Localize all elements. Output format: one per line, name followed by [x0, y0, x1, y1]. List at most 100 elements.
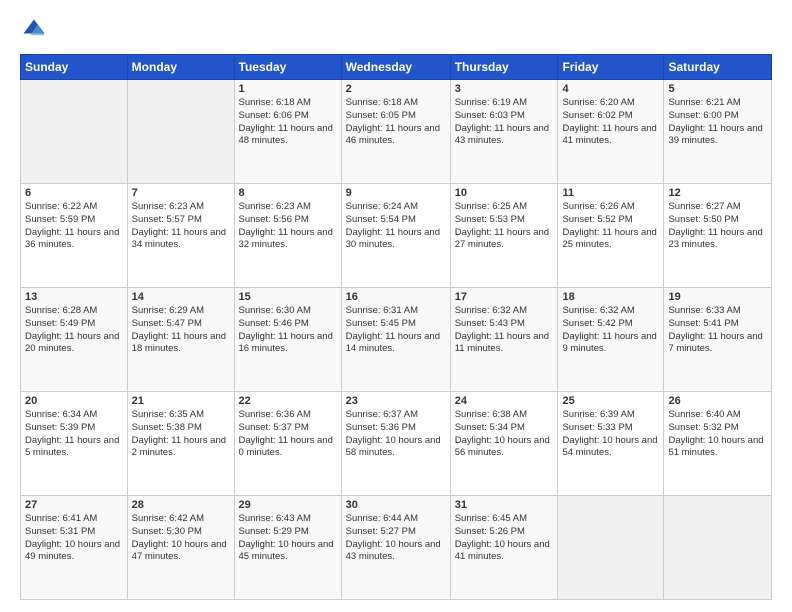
- day-info: Sunrise: 6:24 AMSunset: 5:54 PMDaylight:…: [346, 201, 446, 252]
- calendar-table: SundayMondayTuesdayWednesdayThursdayFrid…: [20, 54, 772, 600]
- calendar-week-row: 20 Sunrise: 6:34 AMSunset: 5:39 PMDayligh…: [21, 392, 772, 496]
- day-number: 13: [25, 291, 123, 303]
- day-info: Sunrise: 6:23 AMSunset: 5:57 PMDaylight:…: [132, 201, 230, 252]
- weekday-header: Thursday: [450, 55, 558, 80]
- calendar-day: 19Sunrise: 6:33 AMSunset: 5:41 PMDayligh…: [664, 288, 772, 392]
- day-info: Sunrise: 6:22 AMSunset: 5:59 PMDaylight:…: [25, 201, 123, 252]
- calendar-day: 2 Sunrise: 6:18 AMSunset: 6:05 PMDaylight…: [341, 80, 450, 184]
- day-number: 12: [668, 187, 767, 199]
- day-number: 5: [668, 83, 767, 95]
- calendar-day: 10 Sunrise: 6:25 AMSunset: 5:53 PMDayligh…: [450, 184, 558, 288]
- day-number: 23: [346, 395, 446, 407]
- calendar-day: 26Sunrise: 6:40 AMSunset: 5:32 PMDayligh…: [664, 392, 772, 496]
- day-number: 25: [562, 395, 659, 407]
- day-number: 14: [132, 291, 230, 303]
- day-info: Sunrise: 6:29 AMSunset: 5:47 PMDaylight:…: [132, 305, 230, 356]
- calendar-week-row: 6 Sunrise: 6:22 AMSunset: 5:59 PMDaylight…: [21, 184, 772, 288]
- calendar-day: 29Sunrise: 6:43 AMSunset: 5:29 PMDayligh…: [234, 496, 341, 600]
- day-info: Sunrise: 6:31 AMSunset: 5:45 PMDaylight:…: [346, 305, 446, 356]
- calendar-day: 8 Sunrise: 6:23 AMSunset: 5:56 PMDaylight…: [234, 184, 341, 288]
- calendar-day: 14 Sunrise: 6:29 AMSunset: 5:47 PMDayligh…: [127, 288, 234, 392]
- calendar-day: 11Sunrise: 6:26 AMSunset: 5:52 PMDayligh…: [558, 184, 664, 288]
- calendar-day: 7Sunrise: 6:23 AMSunset: 5:57 PMDaylight…: [127, 184, 234, 288]
- day-info: Sunrise: 6:30 AMSunset: 5:46 PMDaylight:…: [239, 305, 337, 356]
- day-number: 3: [455, 83, 554, 95]
- day-number: 19: [668, 291, 767, 303]
- calendar-day: [558, 496, 664, 600]
- day-number: 18: [562, 291, 659, 303]
- day-info: Sunrise: 6:28 AMSunset: 5:49 PMDaylight:…: [25, 305, 123, 356]
- day-number: 20: [25, 395, 123, 407]
- day-info: Sunrise: 6:32 AMSunset: 5:42 PMDaylight:…: [562, 305, 659, 356]
- day-info: Sunrise: 6:39 AMSunset: 5:33 PMDaylight:…: [562, 409, 659, 460]
- day-number: 31: [455, 499, 554, 511]
- day-info: Sunrise: 6:18 AMSunset: 6:06 PMDaylight:…: [239, 97, 337, 148]
- day-number: 29: [239, 499, 337, 511]
- day-info: Sunrise: 6:41 AMSunset: 5:31 PMDaylight:…: [25, 513, 123, 564]
- calendar-day: [21, 80, 128, 184]
- calendar-body: 1 Sunrise: 6:18 AMSunset: 6:06 PMDaylight…: [21, 80, 772, 600]
- calendar-day: 16 Sunrise: 6:31 AMSunset: 5:45 PMDayligh…: [341, 288, 450, 392]
- day-info: Sunrise: 6:25 AMSunset: 5:53 PMDaylight:…: [455, 201, 554, 252]
- day-number: 9: [346, 187, 446, 199]
- weekday-row: SundayMondayTuesdayWednesdayThursdayFrid…: [21, 55, 772, 80]
- weekday-header: Wednesday: [341, 55, 450, 80]
- logo: [20, 16, 52, 44]
- calendar-day: [127, 80, 234, 184]
- calendar-day: 9 Sunrise: 6:24 AMSunset: 5:54 PMDaylight…: [341, 184, 450, 288]
- day-info: Sunrise: 6:44 AMSunset: 5:27 PMDaylight:…: [346, 513, 446, 564]
- day-number: 16: [346, 291, 446, 303]
- calendar-day: 3 Sunrise: 6:19 AMSunset: 6:03 PMDaylight…: [450, 80, 558, 184]
- calendar-day: 21 Sunrise: 6:35 AMSunset: 5:38 PMDayligh…: [127, 392, 234, 496]
- day-info: Sunrise: 6:26 AMSunset: 5:52 PMDaylight:…: [562, 201, 659, 252]
- day-info: Sunrise: 6:27 AMSunset: 5:50 PMDaylight:…: [668, 201, 767, 252]
- day-info: Sunrise: 6:23 AMSunset: 5:56 PMDaylight:…: [239, 201, 337, 252]
- day-number: 15: [239, 291, 337, 303]
- calendar-day: 23Sunrise: 6:37 AMSunset: 5:36 PMDayligh…: [341, 392, 450, 496]
- day-info: Sunrise: 6:18 AMSunset: 6:05 PMDaylight:…: [346, 97, 446, 148]
- day-number: 17: [455, 291, 554, 303]
- logo-icon: [20, 16, 48, 44]
- day-info: Sunrise: 6:34 AMSunset: 5:39 PMDaylight:…: [25, 409, 123, 460]
- header: [20, 16, 772, 44]
- day-number: 4: [562, 83, 659, 95]
- calendar-day: 22Sunrise: 6:36 AMSunset: 5:37 PMDayligh…: [234, 392, 341, 496]
- calendar-day: 15 Sunrise: 6:30 AMSunset: 5:46 PMDayligh…: [234, 288, 341, 392]
- calendar-week-row: 13 Sunrise: 6:28 AMSunset: 5:49 PMDayligh…: [21, 288, 772, 392]
- day-info: Sunrise: 6:19 AMSunset: 6:03 PMDaylight:…: [455, 97, 554, 148]
- day-number: 21: [132, 395, 230, 407]
- calendar-day: 18 Sunrise: 6:32 AMSunset: 5:42 PMDayligh…: [558, 288, 664, 392]
- day-info: Sunrise: 6:45 AMSunset: 5:26 PMDaylight:…: [455, 513, 554, 564]
- day-number: 10: [455, 187, 554, 199]
- weekday-header: Saturday: [664, 55, 772, 80]
- calendar-day: [664, 496, 772, 600]
- day-number: 22: [239, 395, 337, 407]
- day-info: Sunrise: 6:32 AMSunset: 5:43 PMDaylight:…: [455, 305, 554, 356]
- calendar-day: 28 Sunrise: 6:42 AMSunset: 5:30 PMDayligh…: [127, 496, 234, 600]
- calendar-day: 13 Sunrise: 6:28 AMSunset: 5:49 PMDayligh…: [21, 288, 128, 392]
- weekday-header: Tuesday: [234, 55, 341, 80]
- day-info: Sunrise: 6:21 AMSunset: 6:00 PMDaylight:…: [668, 97, 767, 148]
- calendar-day: 20 Sunrise: 6:34 AMSunset: 5:39 PMDayligh…: [21, 392, 128, 496]
- calendar-day: 17 Sunrise: 6:32 AMSunset: 5:43 PMDayligh…: [450, 288, 558, 392]
- day-number: 26: [668, 395, 767, 407]
- day-number: 27: [25, 499, 123, 511]
- page: SundayMondayTuesdayWednesdayThursdayFrid…: [0, 0, 792, 612]
- day-info: Sunrise: 6:35 AMSunset: 5:38 PMDaylight:…: [132, 409, 230, 460]
- day-number: 28: [132, 499, 230, 511]
- weekday-header: Monday: [127, 55, 234, 80]
- weekday-header: Sunday: [21, 55, 128, 80]
- day-number: 6: [25, 187, 123, 199]
- day-info: Sunrise: 6:38 AMSunset: 5:34 PMDaylight:…: [455, 409, 554, 460]
- day-number: 30: [346, 499, 446, 511]
- day-number: 2: [346, 83, 446, 95]
- calendar-day: 5 Sunrise: 6:21 AMSunset: 6:00 PMDaylight…: [664, 80, 772, 184]
- weekday-header: Friday: [558, 55, 664, 80]
- calendar-day: 30 Sunrise: 6:44 AMSunset: 5:27 PMDayligh…: [341, 496, 450, 600]
- day-number: 8: [239, 187, 337, 199]
- calendar-day: 6 Sunrise: 6:22 AMSunset: 5:59 PMDaylight…: [21, 184, 128, 288]
- day-info: Sunrise: 6:42 AMSunset: 5:30 PMDaylight:…: [132, 513, 230, 564]
- calendar-day: 12 Sunrise: 6:27 AMSunset: 5:50 PMDayligh…: [664, 184, 772, 288]
- day-number: 1: [239, 83, 337, 95]
- calendar-day: 31 Sunrise: 6:45 AMSunset: 5:26 PMDayligh…: [450, 496, 558, 600]
